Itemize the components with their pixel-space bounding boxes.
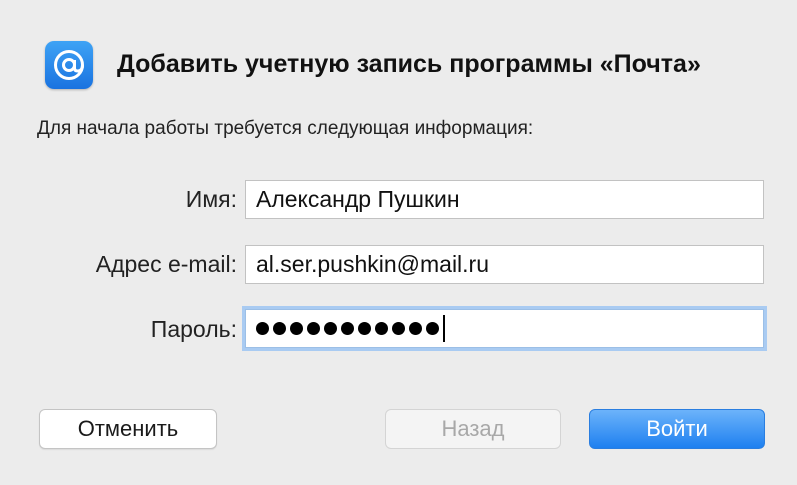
name-field[interactable]: Александр Пушкин — [245, 180, 764, 219]
password-dot — [290, 322, 303, 335]
password-dot — [409, 322, 422, 335]
password-dot — [307, 322, 320, 335]
back-button[interactable]: Назад — [385, 409, 561, 449]
password-label: Пароль: — [150, 316, 237, 342]
dialog-title: Добавить учетную запись программы «Почта… — [117, 50, 701, 78]
password-dot — [426, 322, 439, 335]
name-label: Имя: — [185, 186, 237, 212]
mail-at-sign-icon — [45, 41, 93, 89]
password-dot — [375, 322, 388, 335]
password-mask — [256, 310, 445, 347]
dialog-subtitle: Для начала работы требуется следующая ин… — [37, 118, 534, 139]
cancel-button[interactable]: Отменить — [39, 409, 217, 449]
password-dot — [392, 322, 405, 335]
email-label: Адрес e-mail: — [95, 251, 237, 277]
password-dot — [256, 322, 269, 335]
password-dot — [341, 322, 354, 335]
at-sign-icon — [54, 50, 84, 80]
email-field[interactable]: al.ser.pushkin@mail.ru — [245, 245, 764, 284]
login-button[interactable]: Войти — [589, 409, 765, 449]
password-field[interactable] — [245, 309, 764, 348]
text-caret — [443, 315, 445, 342]
password-dot — [358, 322, 371, 335]
password-dot — [273, 322, 286, 335]
password-dot — [324, 322, 337, 335]
